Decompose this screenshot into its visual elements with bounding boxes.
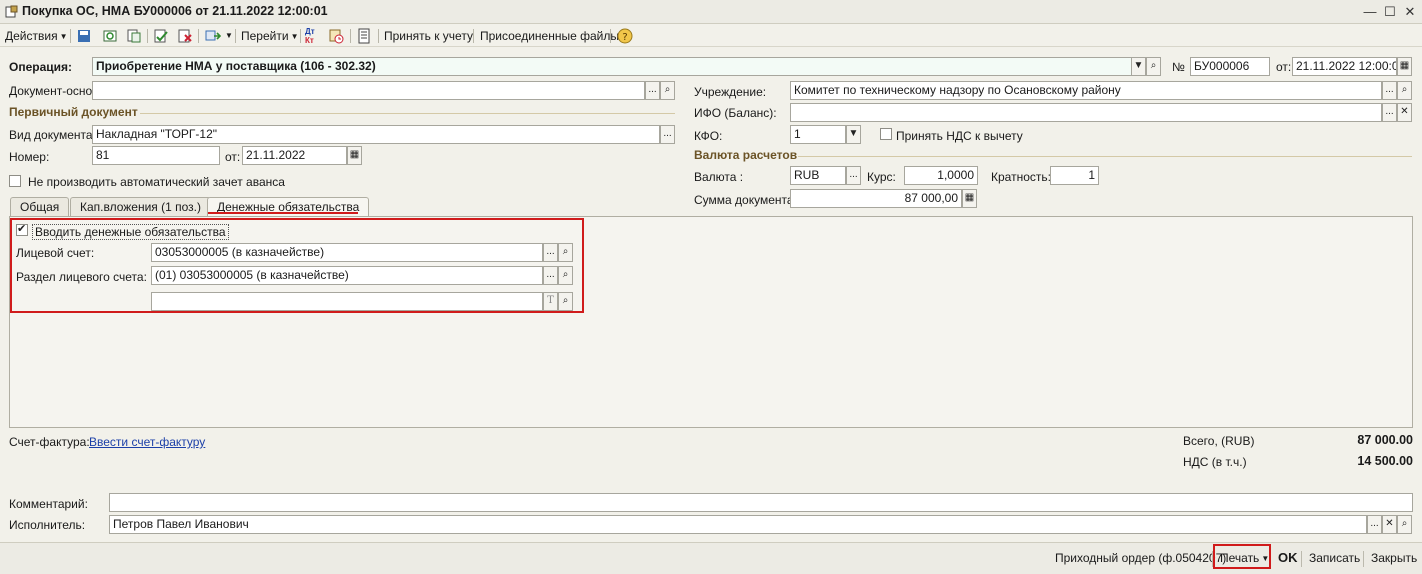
ifo-field[interactable] xyxy=(790,103,1382,122)
doc-number-label: Номер: xyxy=(9,150,50,164)
operation-search-icon[interactable]: ⌕ xyxy=(1146,57,1161,76)
vat-value: 14 500.00 xyxy=(1357,454,1413,468)
doc-sum-field[interactable]: 87 000,00 xyxy=(790,189,962,208)
tab-money-obligations[interactable]: Денежные обязательства xyxy=(207,197,370,218)
ifo-select-button[interactable]: ... xyxy=(1382,103,1397,122)
executor-label: Исполнитель: xyxy=(9,518,86,532)
multiplicity-label: Кратность: xyxy=(991,170,1051,184)
basis-document-label: Документ-осно... xyxy=(9,84,103,98)
date-label: от: xyxy=(1276,60,1292,74)
goto-menu[interactable]: Перейти ▼ xyxy=(241,28,298,44)
total-label: Всего, (RUB) xyxy=(1183,434,1255,448)
close-icon[interactable]: ✕ xyxy=(1401,3,1419,21)
institution-label: Учреждение: xyxy=(694,85,767,99)
no-auto-offset-checkbox[interactable] xyxy=(9,175,21,187)
doc-sum-label: Сумма документа: xyxy=(694,193,797,207)
executor-field[interactable]: Петров Павел Иванович xyxy=(109,515,1367,534)
unpost-document-icon[interactable] xyxy=(177,28,193,44)
calendar-icon[interactable]: ▦ xyxy=(1397,57,1412,76)
doc-type-select-button[interactable]: ... xyxy=(660,125,675,144)
post-document-icon[interactable] xyxy=(153,28,169,44)
document-icon xyxy=(5,5,18,18)
kfo-dropdown-button[interactable]: ▼ xyxy=(846,125,861,144)
accept-to-accounting-button[interactable]: Принять к учету xyxy=(384,28,473,44)
primary-document-section: Первичный документ xyxy=(9,105,138,119)
executor-select-button[interactable]: ... xyxy=(1367,515,1382,534)
history-icon[interactable] xyxy=(328,28,344,44)
tab-general[interactable]: Общая xyxy=(10,197,70,217)
institution-select-button[interactable]: ... xyxy=(1382,81,1397,100)
window-title: Покупка ОС, НМА БУ000006 от 21.11.2022 1… xyxy=(22,4,328,18)
bottom-bar: Приходный ордер (ф.0504207) Печать ▼ OK З… xyxy=(0,542,1422,574)
structure-icon[interactable] xyxy=(205,28,221,44)
kfo-label: КФО: xyxy=(694,129,723,143)
refresh-icon[interactable] xyxy=(102,28,118,44)
rate-label: Курс: xyxy=(867,170,896,184)
executor-search-icon[interactable]: ⌕ xyxy=(1397,515,1412,534)
close-button[interactable]: Закрыть xyxy=(1371,551,1417,565)
currency-label: Валюта : xyxy=(694,170,744,184)
minimize-icon[interactable]: — xyxy=(1361,3,1379,21)
number-label: № xyxy=(1172,60,1185,74)
calculator-icon[interactable]: ▦ xyxy=(962,189,977,208)
total-value: 87 000.00 xyxy=(1357,433,1413,447)
help-icon[interactable]: ? xyxy=(617,28,633,44)
rate-field[interactable]: 1,0000 xyxy=(904,166,978,185)
doc-date-field[interactable]: 21.11.2022 xyxy=(242,146,347,165)
ifo-clear-icon[interactable]: ✕ xyxy=(1397,103,1412,122)
comment-label: Комментарий: xyxy=(9,497,88,511)
doc-type-field[interactable]: Накладная "ТОРГ-12" xyxy=(92,125,660,144)
invoice-label: Счет-фактура: xyxy=(9,435,90,449)
doc-number-field[interactable]: 81 xyxy=(92,146,220,165)
obligations-highlight xyxy=(10,218,584,313)
save-button[interactable]: Записать xyxy=(1309,551,1360,565)
doc-calendar-icon[interactable]: ▦ xyxy=(347,146,362,165)
active-tab-highlight xyxy=(208,212,358,214)
kfo-field[interactable]: 1 xyxy=(790,125,846,144)
date-field[interactable]: 21.11.2022 12:00:01 xyxy=(1292,57,1397,76)
currency-select-button[interactable]: ... xyxy=(846,166,861,185)
number-field[interactable]: БУ000006 xyxy=(1190,57,1270,76)
ifo-label: ИФО (Баланс): xyxy=(694,106,777,120)
journal-icon[interactable] xyxy=(356,28,372,44)
basis-select-button[interactable]: ... xyxy=(645,81,660,100)
receipt-order-button[interactable]: Приходный ордер (ф.0504207) xyxy=(1055,551,1226,565)
maximize-icon[interactable]: ☐ xyxy=(1381,3,1399,21)
multiplicity-field[interactable]: 1 xyxy=(1050,166,1099,185)
copy-icon[interactable] xyxy=(126,28,142,44)
comment-field[interactable] xyxy=(109,493,1413,512)
toolbar: Действия ▼ ▼ Перейти ▼ Дт Кт Принять к учет… xyxy=(0,25,1422,47)
ok-button[interactable]: OK xyxy=(1278,550,1298,565)
vat-label: НДС (в т.ч.) xyxy=(1183,455,1247,469)
currency-section: Валюта расчетов xyxy=(694,148,798,162)
tab-capital-investments[interactable]: Кап.вложения (1 поз.) xyxy=(70,197,212,217)
institution-field[interactable]: Комитет по техническому надзору по Осано… xyxy=(790,81,1382,100)
basis-search-icon[interactable]: ⌕ xyxy=(660,81,675,100)
doc-date-label: от: xyxy=(225,150,241,164)
svg-text:?: ? xyxy=(622,32,627,43)
operation-dropdown-button[interactable]: ▼ xyxy=(1131,57,1146,76)
currency-field[interactable]: RUB xyxy=(790,166,846,185)
enter-invoice-link[interactable]: Ввести счет-фактуру xyxy=(89,435,205,449)
executor-clear-icon[interactable]: ✕ xyxy=(1382,515,1397,534)
no-auto-offset-label: Не производить автоматический зачет аван… xyxy=(28,175,285,189)
operation-field[interactable]: Приобретение НМА у поставщика (106 - 302… xyxy=(92,57,1132,76)
dt-kt-icon[interactable]: Дт Кт xyxy=(305,27,315,45)
save-icon[interactable] xyxy=(76,28,92,44)
print-highlight xyxy=(1213,544,1271,569)
institution-search-icon[interactable]: ⌕ xyxy=(1397,81,1412,100)
attached-files-button[interactable]: Присоединенные файлы xyxy=(480,28,619,44)
basis-document-field[interactable] xyxy=(92,81,645,100)
operation-label: Операция: xyxy=(9,60,73,74)
doc-type-label: Вид документа: xyxy=(9,128,96,142)
vat-deduct-label: Принять НДС к вычету xyxy=(896,129,1023,143)
actions-menu[interactable]: Действия ▼ xyxy=(5,28,68,44)
title-bar: Покупка ОС, НМА БУ000006 от 21.11.2022 1… xyxy=(0,0,1422,24)
vat-deduct-checkbox[interactable] xyxy=(880,128,892,140)
